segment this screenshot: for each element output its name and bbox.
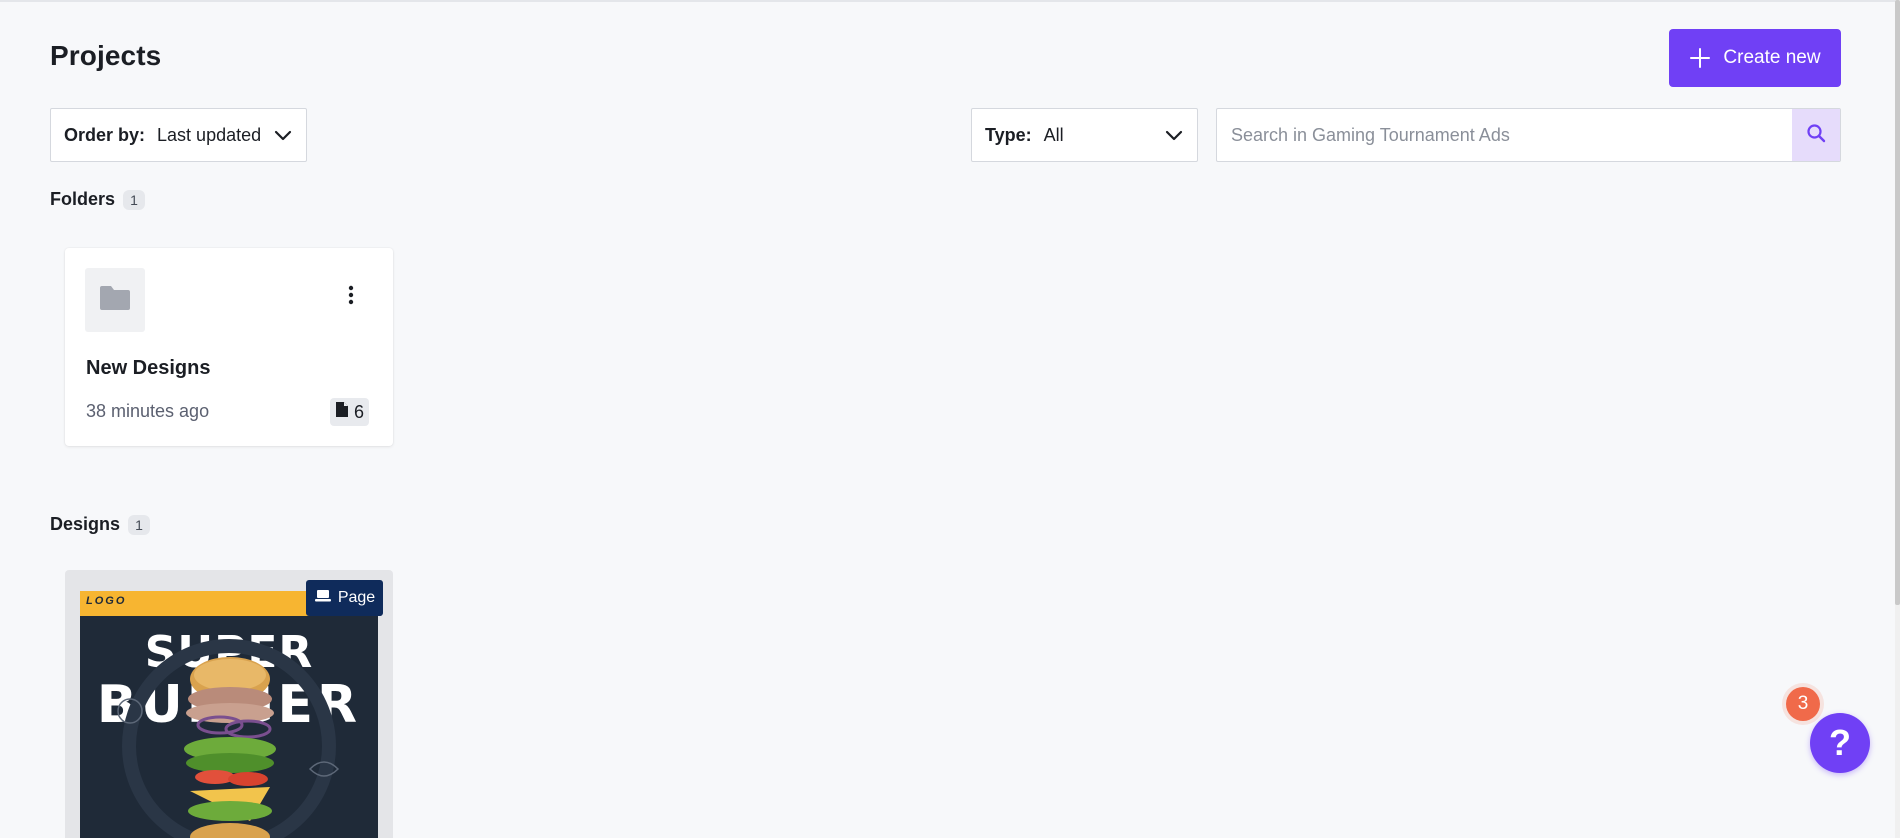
help-widget: ? xyxy=(1810,713,1870,773)
scrollbar-thumb[interactable] xyxy=(1895,0,1900,605)
search-box xyxy=(1216,108,1841,162)
more-options-button[interactable] xyxy=(339,284,363,310)
create-new-button[interactable]: Create new xyxy=(1669,29,1841,87)
laptop-icon xyxy=(314,589,332,608)
folder-name: New Designs xyxy=(86,357,211,379)
type-value: All xyxy=(1043,124,1064,145)
help-icon: ? xyxy=(1829,722,1851,763)
search-icon xyxy=(1806,123,1826,148)
more-vertical-icon xyxy=(348,285,354,310)
file-count-badge: 6 xyxy=(330,398,370,426)
folder-thumbnail xyxy=(85,268,145,332)
order-by-select[interactable]: Order by: Last updated xyxy=(50,108,307,162)
search-button[interactable] xyxy=(1792,109,1840,161)
designs-count-badge: 1 xyxy=(128,514,151,535)
folders-section-label: Folders 1 xyxy=(50,189,146,210)
order-by-value: Last updated xyxy=(157,124,262,145)
chevron-down-icon xyxy=(1165,125,1183,146)
order-by-label: Order by: xyxy=(64,124,146,145)
help-button[interactable]: ? xyxy=(1810,713,1870,773)
design-thumbnail: LOGO SUPER BURGER xyxy=(80,591,378,838)
file-count: 6 xyxy=(354,401,365,422)
chevron-down-icon xyxy=(274,125,292,146)
type-label: Type: xyxy=(985,124,1032,145)
search-input[interactable] xyxy=(1217,109,1792,161)
create-new-label: Create new xyxy=(1723,47,1821,68)
file-icon xyxy=(335,401,349,423)
top-border xyxy=(0,0,1900,2)
plus-icon xyxy=(1689,47,1711,69)
burger-illustration xyxy=(117,639,340,838)
page-title: Projects xyxy=(50,40,162,71)
page-type-badge: Page xyxy=(306,580,383,616)
folder-icon xyxy=(98,284,132,317)
folder-updated-time: 38 minutes ago xyxy=(86,401,210,421)
page-type-label: Page xyxy=(337,589,376,606)
type-select[interactable]: Type: All xyxy=(971,108,1198,162)
folders-label: Folders xyxy=(50,189,116,209)
folders-count-badge: 1 xyxy=(123,189,146,210)
folder-card[interactable]: New Designs 38 minutes ago 6 xyxy=(65,248,393,446)
designs-section-label: Designs 1 xyxy=(50,514,151,535)
designs-label: Designs xyxy=(50,514,121,534)
